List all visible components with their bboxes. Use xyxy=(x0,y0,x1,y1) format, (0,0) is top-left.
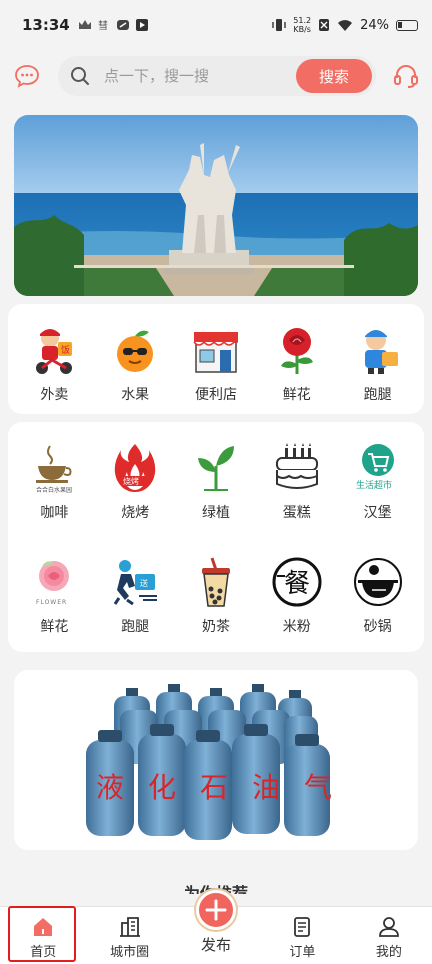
category-flowers[interactable]: 鲜花 xyxy=(257,308,337,408)
category-convenience-store[interactable]: 便利店 xyxy=(176,308,256,408)
user-profile-icon xyxy=(378,917,399,937)
search-button[interactable]: 搜索 xyxy=(296,59,372,93)
svg-text:送: 送 xyxy=(140,578,148,588)
lpg-title: 液 化 石 油 气 xyxy=(96,771,332,804)
coffee-icon: 合合白水果园 xyxy=(36,445,72,494)
flower-icon: FLOWER xyxy=(36,561,70,606)
lpg-promo-banner[interactable]: 液 化 石 油 气 xyxy=(14,670,418,850)
runner-icon: 送 xyxy=(113,560,158,606)
publish-label: 发布 xyxy=(200,936,231,954)
tab-orders[interactable]: 订单 xyxy=(259,907,345,964)
category-coffee[interactable]: 合合白水果园 咖啡 xyxy=(14,426,94,526)
category-cake[interactable]: 蛋糕 xyxy=(257,426,337,526)
courier-icon xyxy=(364,330,398,374)
svg-text:饭: 饭 xyxy=(61,344,70,356)
message-icon[interactable] xyxy=(14,63,40,89)
category-burger[interactable]: 生活超市 汉堡 xyxy=(338,426,418,526)
play-app-icon xyxy=(135,19,148,31)
delivery-boy-icon: 饭 xyxy=(36,329,73,374)
category-bbq[interactable]: 烧烤 烧烤 xyxy=(95,426,175,526)
status-time: 13:34 xyxy=(22,16,70,34)
category-clay-pot[interactable]: 砂锅 xyxy=(338,540,418,640)
rice-noodle-icon: 餐 xyxy=(272,557,322,607)
link-app-icon xyxy=(116,20,129,30)
net-speed: 51.2 KB/s xyxy=(293,16,312,34)
secondary-category-card: 合合白水果园 咖啡 烧烤 烧烤 绿植 蛋糕 生活超市 汉堡 FLOWER 鲜花 … xyxy=(8,422,424,652)
category-fresh-flowers[interactable]: FLOWER 鲜花 xyxy=(14,540,94,640)
tab-city-circle[interactable]: 城市圈 xyxy=(86,907,172,964)
svg-text:餐: 餐 xyxy=(284,569,310,599)
search-icon xyxy=(71,67,89,85)
category-green-plants[interactable]: 绿植 xyxy=(176,426,256,526)
status-bar: 13:34 彗 51.2 KB/s 24% xyxy=(0,0,432,50)
sim-off-icon xyxy=(319,19,330,31)
vibrate-icon xyxy=(272,19,286,31)
orange-fruit-icon xyxy=(117,330,154,372)
milk-tea-icon xyxy=(201,557,230,607)
battery-percentage: 24% xyxy=(360,17,389,33)
primary-category-card: 饭 外卖 水果 便利店 鲜花 跑腿 xyxy=(8,304,424,414)
tab-mine[interactable]: 我的 xyxy=(346,907,432,964)
battery-icon xyxy=(396,19,418,31)
category-rice-noodle[interactable]: 餐 米粉 xyxy=(257,540,337,640)
banner-image xyxy=(14,115,418,296)
category-errand[interactable]: 跑腿 xyxy=(338,308,418,408)
carousel-banner[interactable] xyxy=(14,115,418,296)
gas-cylinders-image xyxy=(86,684,330,840)
wifi-icon xyxy=(338,19,353,31)
order-list-icon xyxy=(294,917,311,937)
svg-text:彗: 彗 xyxy=(98,20,108,31)
notification-app-icon: 彗 xyxy=(98,20,108,31)
rose-icon xyxy=(280,328,313,374)
search-box[interactable]: 搜索 xyxy=(58,56,376,96)
category-milk-tea[interactable]: 奶茶 xyxy=(176,540,256,640)
clay-pot-icon xyxy=(353,558,402,606)
svg-text:烧烤: 烧烤 xyxy=(123,476,139,486)
crown-icon xyxy=(78,20,91,29)
publish-button[interactable] xyxy=(196,890,236,930)
customer-service-icon[interactable] xyxy=(392,62,420,90)
plant-icon xyxy=(197,446,234,491)
search-row: 搜索 xyxy=(0,56,432,96)
category-takeaway[interactable]: 饭 外卖 xyxy=(14,308,94,408)
tab-home[interactable]: 首页 xyxy=(0,907,86,964)
home-icon xyxy=(34,918,53,936)
plus-icon xyxy=(205,899,227,921)
bbq-flame-icon: 烧烤 xyxy=(114,444,156,492)
publish-button-wrap: 发布 xyxy=(176,890,256,964)
svg-text:合合白水果园: 合合白水果园 xyxy=(36,486,72,494)
category-fruit[interactable]: 水果 xyxy=(95,308,175,408)
category-running-errand[interactable]: 送 跑腿 xyxy=(95,540,175,640)
svg-text:FLOWER: FLOWER xyxy=(36,599,67,606)
search-input[interactable] xyxy=(104,56,284,96)
store-icon xyxy=(193,332,238,373)
supermarket-cart-icon: 生活超市 xyxy=(356,444,394,491)
cake-icon xyxy=(275,443,318,489)
svg-text:生活超市: 生活超市 xyxy=(356,479,392,491)
city-building-icon xyxy=(119,917,140,937)
